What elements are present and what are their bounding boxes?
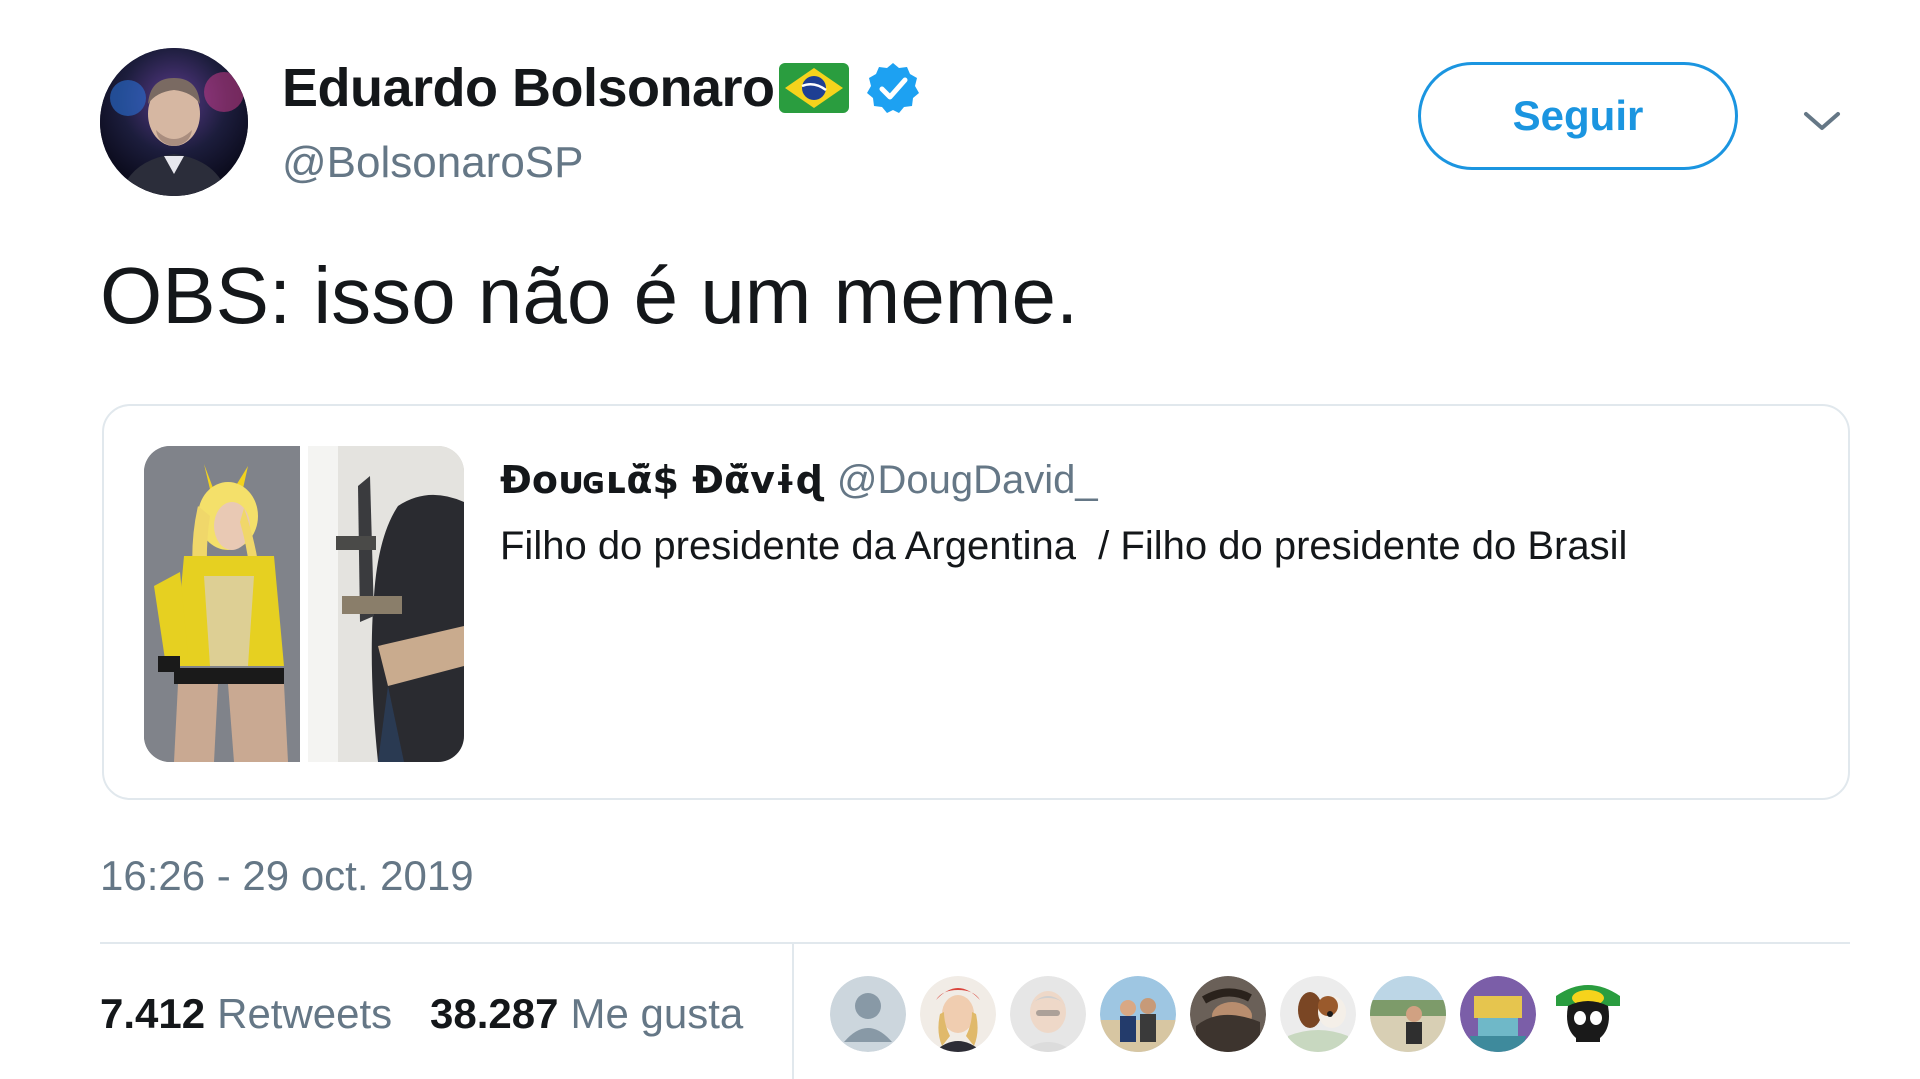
author-name-row: Eduardo Bolsonaro bbox=[282, 56, 921, 120]
avatar-image bbox=[100, 48, 248, 196]
retweets-count: 7.412 bbox=[100, 990, 206, 1037]
avatar[interactable] bbox=[1460, 976, 1536, 1052]
avatar[interactable] bbox=[920, 976, 996, 1052]
media-gap bbox=[300, 446, 308, 762]
chevron-down-icon[interactable] bbox=[1800, 106, 1844, 136]
likes-label: Me gusta bbox=[570, 990, 744, 1037]
liker-avatars bbox=[830, 976, 1640, 1052]
tweet-container: Eduardo Bolsonaro @BolsonaroSP Seguir OB… bbox=[0, 0, 1920, 1079]
quoted-tweet-media[interactable] bbox=[144, 446, 464, 762]
stats-vertical-divider bbox=[792, 944, 794, 1079]
retweets-stat[interactable]: 7.412 Retweets bbox=[100, 990, 392, 1038]
quoted-tweet-card[interactable]: Ɖoᴜɢʟᾰ̃$ Ɖᾰ̃ᴠɨɖ @DougDavid_ Filho do pre… bbox=[102, 404, 1850, 800]
brazil-flag-icon bbox=[778, 63, 849, 113]
verified-badge-icon bbox=[865, 60, 921, 116]
retweets-label: Retweets bbox=[217, 990, 393, 1037]
stats-divider bbox=[100, 942, 1850, 944]
media-image-right[interactable] bbox=[308, 446, 464, 762]
tweet-timestamp[interactable]: 16:26 - 29 oct. 2019 bbox=[100, 852, 474, 900]
quoted-author-row: Ɖoᴜɢʟᾰ̃$ Ɖᾰ̃ᴠɨɖ @DougDavid_ bbox=[500, 458, 1098, 503]
quoted-display-name[interactable]: Ɖoᴜɢʟᾰ̃$ Ɖᾰ̃ᴠɨɖ bbox=[500, 458, 823, 502]
quoted-tweet-text: Filho do presidente da Argentina / Filho… bbox=[500, 524, 1628, 568]
author-handle[interactable]: @BolsonaroSP bbox=[282, 138, 584, 188]
avatar[interactable] bbox=[1010, 976, 1086, 1052]
media-image-left[interactable] bbox=[144, 446, 300, 762]
default-avatar-icon[interactable] bbox=[830, 976, 906, 1052]
avatar[interactable] bbox=[1280, 976, 1356, 1052]
likes-count: 38.287 bbox=[430, 990, 559, 1037]
quoted-handle[interactable]: @DougDavid_ bbox=[837, 458, 1098, 503]
tweet-text: OBS: isso não é um meme. bbox=[100, 251, 1079, 340]
avatar[interactable] bbox=[1370, 976, 1446, 1052]
avatar[interactable] bbox=[1550, 976, 1626, 1052]
likes-stat[interactable]: 38.287 Me gusta bbox=[430, 990, 743, 1038]
author-display-name[interactable]: Eduardo Bolsonaro bbox=[282, 57, 775, 119]
avatar[interactable] bbox=[1190, 976, 1266, 1052]
follow-button[interactable]: Seguir bbox=[1418, 62, 1738, 170]
author-avatar[interactable] bbox=[100, 48, 248, 196]
avatar[interactable] bbox=[1100, 976, 1176, 1052]
